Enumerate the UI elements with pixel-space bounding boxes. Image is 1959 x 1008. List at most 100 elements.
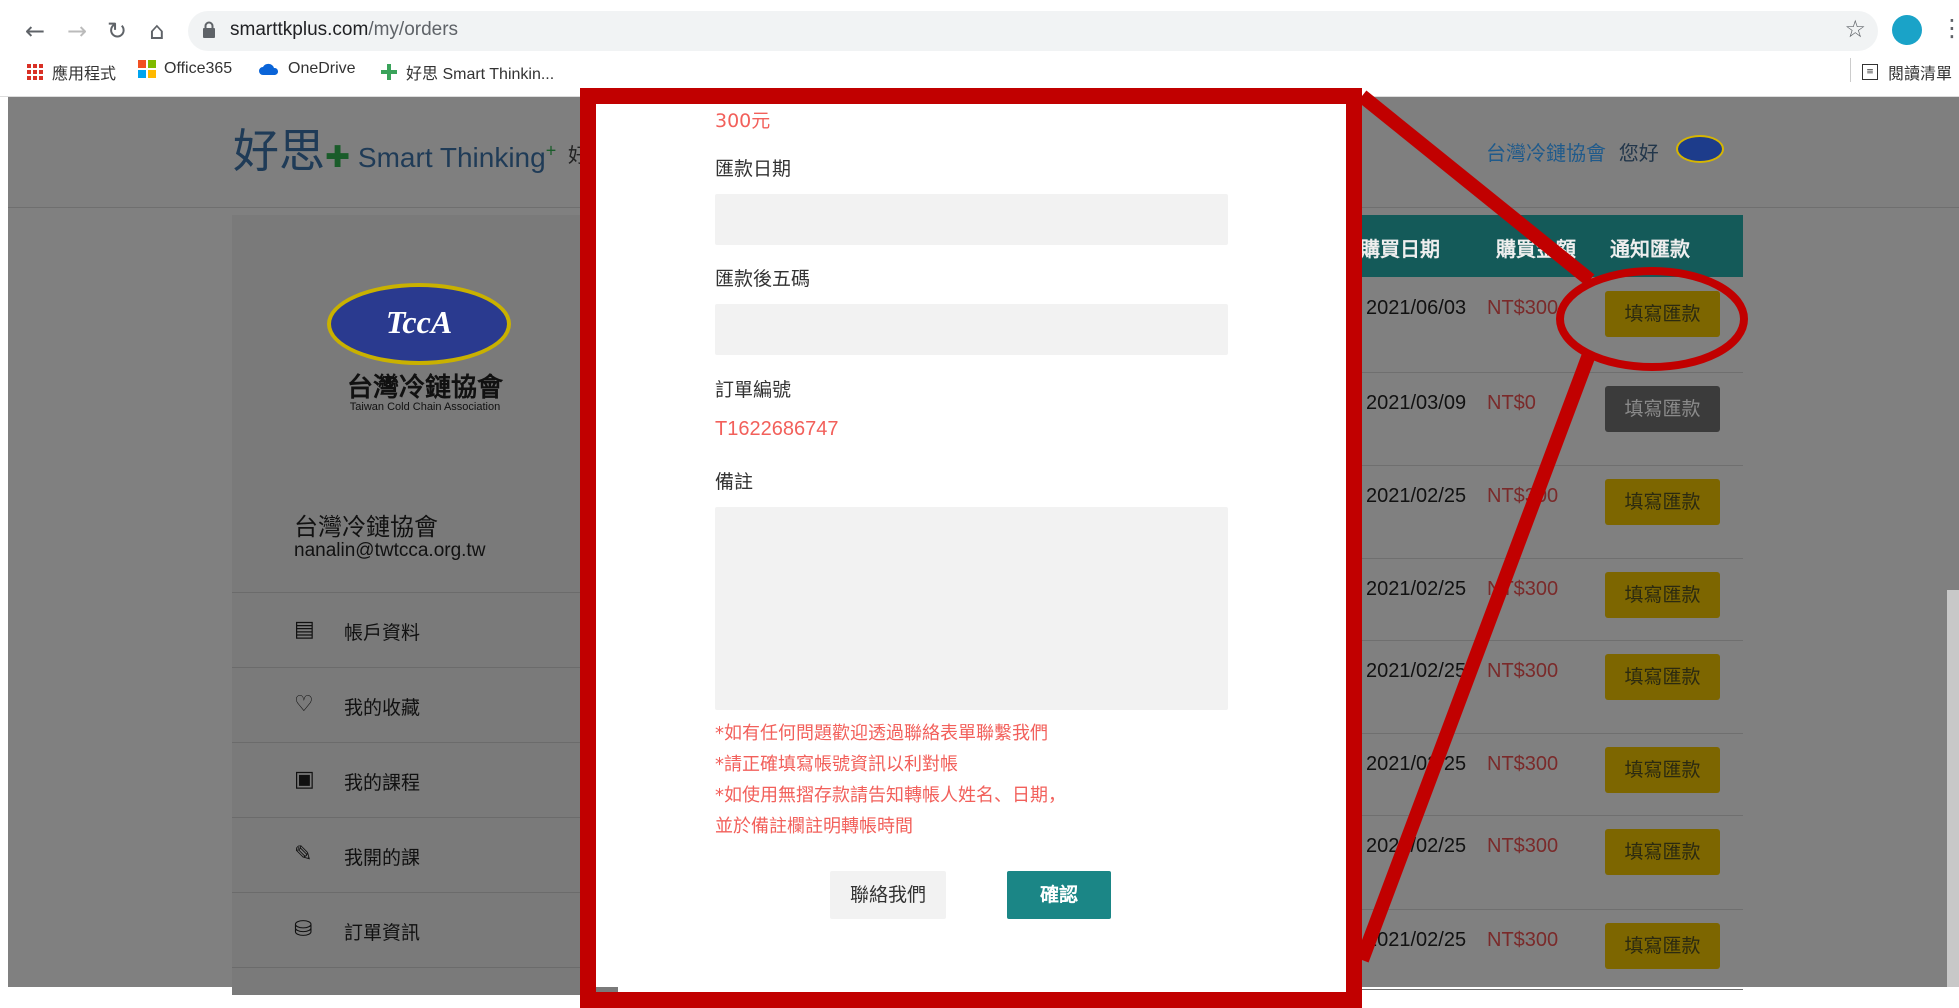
tcca-logo: TccA — [327, 283, 511, 365]
reading-list[interactable]: ≡ 閱讀清單 — [1862, 60, 1952, 84]
sidebar-item-account[interactable]: ▤ 帳戶資料 — [232, 592, 618, 667]
fill-remittance-button[interactable]: 填寫匯款 — [1605, 291, 1720, 337]
order-price: NT$300 — [1487, 929, 1559, 951]
account-email: nanalin@twtcca.org.tw — [294, 540, 486, 561]
remit-date-input[interactable] — [715, 194, 1228, 245]
greeting-org: 台灣冷鏈協會 — [1486, 141, 1606, 165]
last5-label: 匯款後五碼 — [715, 268, 811, 290]
th-action: 通知匯款 — [1610, 237, 1690, 261]
order-price: NT$0 — [1487, 392, 1536, 414]
th-date: 購買日期 — [1360, 237, 1440, 261]
bookmark-label: OneDrive — [288, 60, 356, 77]
menu-kebab-icon[interactable]: ⋮ — [1940, 14, 1959, 42]
sidebar-item-label: 我開的課 — [344, 847, 421, 869]
reading-list-label: 閱讀清單 — [1888, 64, 1953, 83]
note-line: 並於備註欄註明轉帳時間 — [715, 816, 913, 837]
fill-remittance-button[interactable]: 填寫匯款 — [1605, 829, 1720, 875]
table-row: 2021/03/09 NT$0 填寫匯款 — [1360, 372, 1743, 466]
fill-remittance-button[interactable]: 填寫匯款 — [1605, 479, 1720, 525]
bookmark-label: Office365 — [164, 60, 233, 77]
account-sidebar: TccA 台灣冷鏈協會 Taiwan Cold Chain Associatio… — [232, 215, 618, 995]
bookmark-separator — [1850, 58, 1851, 82]
onedrive-cloud-icon — [259, 63, 279, 75]
table-row: 2021/02/25 NT$300 填寫匯款 — [1360, 640, 1743, 734]
fill-remittance-button[interactable]: 填寫匯款 — [1605, 747, 1720, 793]
url-host: smarttkplus.com — [230, 19, 369, 40]
order-price: NT$300 — [1487, 578, 1559, 600]
sidebar-item-label: 我的收藏 — [344, 697, 421, 719]
bookmark-smartthinking[interactable]: 好思 Smart Thinkin... — [380, 60, 554, 84]
bookmark-label: 應用程式 — [52, 66, 117, 83]
fill-remittance-button[interactable]: 填寫匯款 — [1605, 386, 1720, 432]
table-row: 2021/02/25 NT$300 填寫匯款 — [1360, 465, 1743, 559]
profile-avatar[interactable] — [1892, 15, 1922, 45]
sidebar-item-label: 訂單資訊 — [344, 922, 421, 944]
remark-label: 備註 — [715, 471, 754, 493]
bookmark-star-icon[interactable]: ☆ — [1844, 15, 1866, 43]
tcca-logo-text: TccA — [385, 304, 453, 340]
bookmark-apps[interactable]: 應用程式 — [26, 60, 116, 84]
table-row: 2021/02/25 NT$300 填寫匯款 — [1360, 815, 1743, 910]
remit-date-label: 匯款日期 — [715, 158, 792, 180]
bookmark-office365[interactable]: Office365 — [138, 60, 232, 78]
favorites-icon: ♡ — [294, 692, 314, 717]
bookmark-label: 好思 Smart Thinkin... — [406, 66, 555, 83]
order-price: NT$300 — [1487, 485, 1559, 507]
address-bar[interactable]: smarttkplus.com/my/orders ☆ — [188, 11, 1878, 51]
table-row: 2021/02/25 NT$300 填寫匯款 — [1360, 558, 1743, 641]
courses-icon: ▣ — [294, 767, 315, 792]
order-no-value: T1622686747 — [715, 418, 839, 440]
order-price: NT$300 — [1487, 660, 1559, 682]
lock-icon — [203, 21, 215, 38]
logo-cn: 好思 — [233, 124, 325, 178]
home-icon[interactable]: ⌂ — [140, 14, 174, 48]
table-row: 2021/02/25 NT$300 填寫匯款 — [1360, 909, 1743, 990]
order-date: 2021/03/09 — [1366, 392, 1467, 414]
reload-icon[interactable]: ↻ — [100, 14, 134, 48]
order-price: NT$300 — [1487, 835, 1559, 857]
order-price: NT$300 — [1487, 297, 1559, 319]
orders-icon: ⛁ — [294, 917, 313, 942]
logo-plus-icon: ✚ — [325, 141, 351, 174]
sidebar-item-label: 我的課程 — [344, 772, 421, 794]
site-logo[interactable]: 好思✚ Smart Thinking+ — [233, 115, 556, 181]
sidebar-item-favorites[interactable]: ♡ 我的收藏 — [232, 667, 618, 742]
reading-list-icon: ≡ — [1862, 64, 1878, 80]
logo-en: Smart Thinking — [357, 142, 546, 173]
remark-textarea[interactable] — [715, 507, 1228, 710]
fill-remittance-button[interactable]: 填寫匯款 — [1605, 572, 1720, 618]
order-date: 2021/02/25 — [1366, 753, 1467, 775]
fill-remittance-button[interactable]: 填寫匯款 — [1605, 654, 1720, 700]
bookmark-onedrive[interactable]: OneDrive — [258, 60, 356, 78]
sidebar-item-courses[interactable]: ▣ 我的課程 — [232, 742, 618, 817]
fill-remittance-button[interactable]: 填寫匯款 — [1605, 923, 1720, 969]
user-badge-icon[interactable] — [1676, 135, 1724, 163]
order-date: 2021/02/25 — [1366, 485, 1467, 507]
table-row: 2021/02/25 NT$300 填寫匯款 — [1360, 733, 1743, 816]
account-name: 台灣冷鏈協會 — [294, 513, 438, 541]
last5-input[interactable] — [715, 304, 1228, 355]
confirm-button[interactable]: 確認 — [1007, 871, 1111, 919]
user-greeting[interactable]: 台灣冷鏈協會 您好 — [1486, 137, 1659, 166]
url-path: /my/orders — [368, 19, 459, 40]
order-date: 2021/06/03 — [1366, 297, 1467, 319]
logo-plus-small-icon: + — [545, 140, 557, 161]
note-line: *如使用無摺存款請告知轉帳人姓名、日期， — [715, 785, 1066, 806]
org-name-en: Taiwan Cold Chain Association — [349, 401, 501, 413]
order-date: 2021/02/25 — [1366, 660, 1467, 682]
sidebar-item-teaching[interactable]: ✎ 我開的課 — [232, 817, 618, 892]
th-price: 購買金額 — [1496, 237, 1576, 261]
note-line: *如有任何問題歡迎透過聯絡表單聯繫我們 — [715, 723, 1048, 744]
url-text: smarttkplus.com/my/orders — [230, 19, 458, 41]
forward-icon[interactable]: → — [60, 14, 94, 48]
account-icon: ▤ — [294, 617, 315, 642]
order-date: 2021/02/25 — [1366, 835, 1467, 857]
back-icon[interactable]: ← — [18, 14, 52, 48]
order-no-label: 訂單編號 — [715, 379, 792, 401]
order-price: NT$300 — [1487, 753, 1559, 775]
page-scrollbar[interactable] — [1947, 590, 1959, 987]
sidebar-item-orders[interactable]: ⛁ 訂單資訊 — [232, 892, 618, 968]
contact-us-button[interactable]: 聯絡我們 — [830, 871, 946, 919]
browser-chrome: ← → ↻ ⌂ smarttkplus.com/my/orders ☆ ⋮ 應用… — [0, 0, 1959, 97]
teaching-icon: ✎ — [294, 842, 313, 867]
